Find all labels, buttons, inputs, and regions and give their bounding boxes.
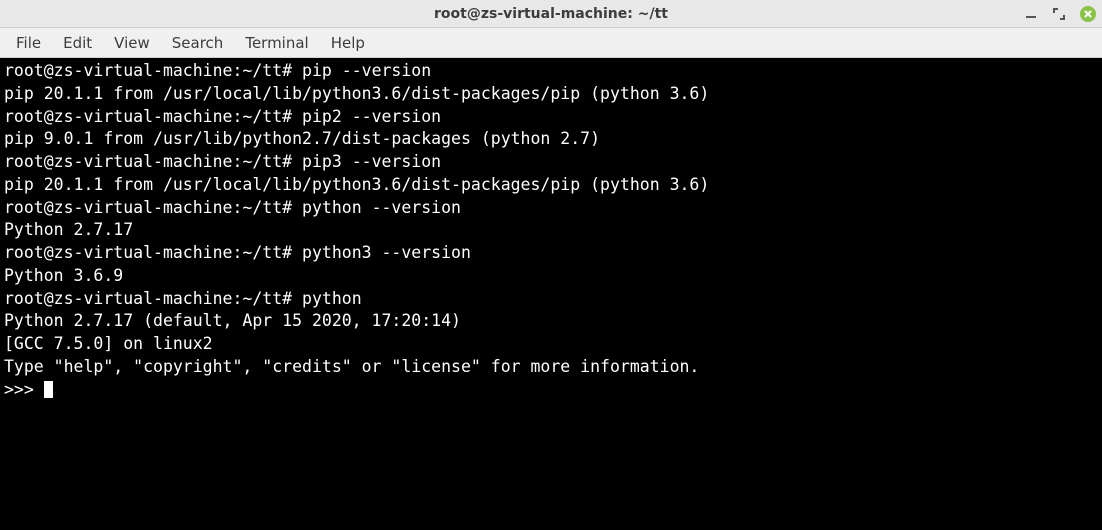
menu-terminal[interactable]: Terminal — [235, 30, 318, 56]
window-title: root@zs-virtual-machine: ~/tt — [434, 6, 668, 22]
shell-prompt: root@zs-virtual-machine:~/tt# — [4, 198, 292, 217]
shell-command: python3 --version — [292, 243, 471, 262]
shell-command: pip --version — [292, 61, 431, 80]
terminal-line: pip 20.1.1 from /usr/local/lib/python3.6… — [4, 84, 709, 103]
shell-command: pip2 --version — [292, 107, 441, 126]
shell-command: pip3 --version — [292, 152, 441, 171]
terminal-line: root@zs-virtual-machine:~/tt# pip --vers… — [4, 61, 431, 80]
terminal-line: pip 9.0.1 from /usr/lib/python2.7/dist-p… — [4, 129, 600, 148]
menu-edit[interactable]: Edit — [53, 30, 102, 56]
terminal-line: pip 20.1.1 from /usr/local/lib/python3.6… — [4, 175, 709, 194]
maximize-icon[interactable] — [1052, 7, 1066, 21]
minimize-icon[interactable] — [1024, 7, 1038, 21]
shell-prompt: root@zs-virtual-machine:~/tt# — [4, 243, 292, 262]
shell-command: python — [292, 289, 362, 308]
terminal-line: root@zs-virtual-machine:~/tt# python3 --… — [4, 243, 471, 262]
menubar: File Edit View Search Terminal Help — [0, 28, 1102, 58]
window-controls — [1024, 6, 1096, 22]
titlebar: root@zs-virtual-machine: ~/tt — [0, 0, 1102, 28]
terminal-line: Python 2.7.17 (default, Apr 15 2020, 17:… — [4, 311, 471, 330]
terminal-line: root@zs-virtual-machine:~/tt# python — [4, 289, 362, 308]
close-icon[interactable] — [1080, 6, 1096, 22]
menu-file[interactable]: File — [6, 30, 51, 56]
terminal-line: root@zs-virtual-machine:~/tt# pip2 --ver… — [4, 107, 441, 126]
terminal-line: Type "help", "copyright", "credits" or "… — [4, 357, 699, 376]
menu-view[interactable]: View — [104, 30, 160, 56]
shell-command: python --version — [292, 198, 461, 217]
menu-help[interactable]: Help — [321, 30, 375, 56]
terminal-line: root@zs-virtual-machine:~/tt# python --v… — [4, 198, 461, 217]
cursor-icon — [44, 381, 53, 398]
menu-search[interactable]: Search — [162, 30, 234, 56]
python-repl-prompt: >>> — [4, 380, 44, 399]
shell-prompt: root@zs-virtual-machine:~/tt# — [4, 107, 292, 126]
terminal-line: Python 2.7.17 — [4, 220, 133, 239]
terminal-line: root@zs-virtual-machine:~/tt# pip3 --ver… — [4, 152, 441, 171]
terminal-output[interactable]: root@zs-virtual-machine:~/tt# pip --vers… — [0, 58, 1102, 530]
shell-prompt: root@zs-virtual-machine:~/tt# — [4, 289, 292, 308]
terminal-line: Python 3.6.9 — [4, 266, 123, 285]
shell-prompt: root@zs-virtual-machine:~/tt# — [4, 61, 292, 80]
shell-prompt: root@zs-virtual-machine:~/tt# — [4, 152, 292, 171]
terminal-line: [GCC 7.5.0] on linux2 — [4, 334, 213, 353]
